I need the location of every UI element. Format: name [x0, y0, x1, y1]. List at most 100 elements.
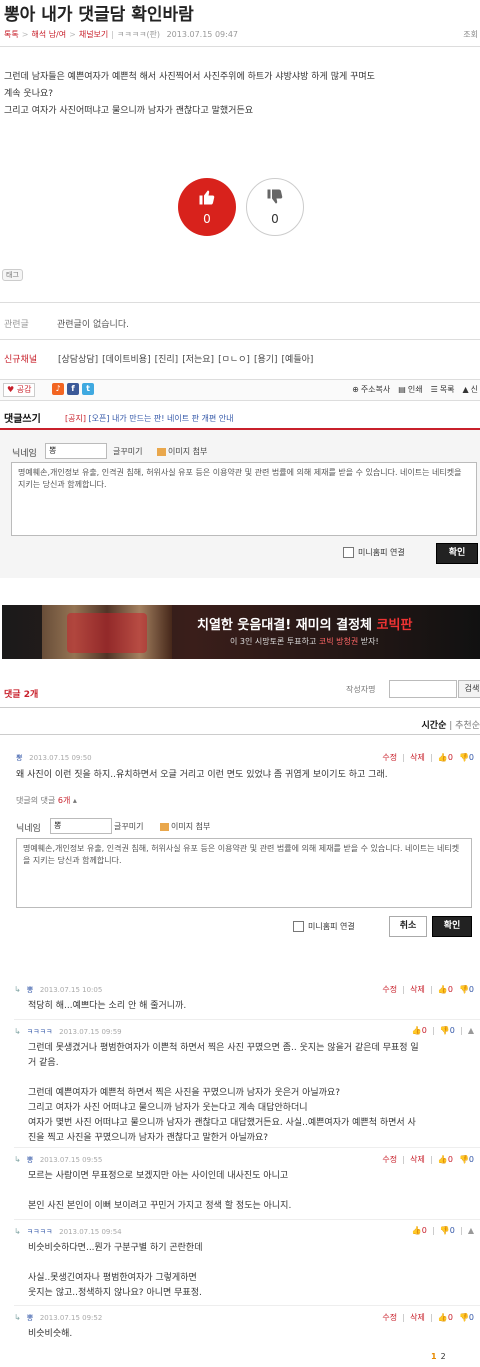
checkbox-box[interactable] — [343, 547, 354, 558]
reply-up-button[interactable]: 👍0 — [438, 985, 453, 994]
reply-actions: 수정 삭제 👍0 👎0 — [382, 984, 474, 995]
edit-button[interactable]: 수정 — [382, 984, 397, 995]
channel-link[interactable]: [상담상담] — [58, 355, 98, 365]
vote-up-button[interactable]: 0 — [178, 178, 236, 236]
report-icon[interactable]: ▲ — [468, 1226, 474, 1235]
edit-button[interactable]: 수정 — [382, 1154, 397, 1165]
text-decoration-button[interactable]: 글꾸미기 — [113, 446, 142, 457]
reply-nickname-label: 닉네임 — [16, 824, 41, 834]
reply-down-button[interactable]: 👎0 — [459, 1313, 474, 1322]
sort-recommend[interactable]: 추천순 — [455, 721, 480, 731]
reply-minihompy-checkbox[interactable]: 미니홈피 연결 — [293, 921, 355, 932]
separator — [403, 985, 405, 994]
comment-textarea[interactable]: 명예훼손,개인정보 유출, 인격권 침해, 허위사실 유포 등은 이용약관 및 … — [11, 462, 477, 536]
breadcrumb-channel-view[interactable]: 채널보기 — [79, 30, 108, 39]
reply-up-count: 0 — [447, 1155, 453, 1164]
reply-user[interactable]: 뽕 — [27, 1314, 33, 1322]
list-button[interactable]: ☰ 목록 — [431, 384, 455, 395]
edit-button[interactable]: 수정 — [382, 752, 397, 763]
thumbs-down-icon: 👎 — [458, 753, 469, 762]
reply-text: 비슷비슷하다면...뭔가 구분구별 하기 곤란한데 사실..못생긴여자나 평범한… — [28, 1241, 476, 1301]
search-button[interactable]: 검색 — [458, 680, 480, 698]
print-button[interactable]: ▤ 인쇄 — [398, 384, 422, 395]
reply-down-count: 0 — [449, 1026, 455, 1035]
reply-date: 2013.07.15 09:55 — [39, 1156, 103, 1164]
divider — [0, 734, 480, 735]
like-button[interactable]: ♥ 공감 — [3, 383, 36, 397]
channel-link[interactable]: [저는요] — [182, 355, 214, 365]
twitter-icon[interactable]: t — [82, 383, 94, 395]
image-attach-button[interactable]: 이미지 첨부 — [157, 446, 207, 457]
reply-down-button[interactable]: 👎0 — [459, 985, 474, 994]
vote-down-button[interactable]: 0 — [246, 178, 304, 236]
comment-up-button[interactable]: 👍0 — [438, 753, 453, 762]
reply-down-button[interactable]: 👎0 — [440, 1026, 455, 1035]
checkbox-box[interactable] — [293, 921, 304, 932]
report-icon[interactable]: ▲ — [468, 1026, 474, 1035]
delete-button[interactable]: 삭제 — [410, 984, 425, 995]
edit-button[interactable]: 수정 — [382, 1312, 397, 1323]
reply-down-button[interactable]: 👎0 — [440, 1226, 455, 1235]
print-icon: ▤ — [398, 385, 406, 394]
comment-down-count: 0 — [468, 753, 474, 762]
delete-button[interactable]: 삭제 — [410, 752, 425, 763]
reply-actions: 수정 삭제 👍0 👎0 — [382, 1312, 474, 1323]
channel-link[interactable]: [예들아] — [282, 355, 314, 365]
reply-text-line — [28, 1184, 476, 1199]
notice-link[interactable]: [공지] [오픈] 내가 만드는 판! 네이트 판 개편 안내 — [65, 413, 234, 424]
channel-link[interactable]: [데이트비용] — [102, 355, 150, 365]
print-label: 인쇄 — [407, 385, 423, 394]
reply-textarea[interactable]: 명예훼손,개인정보 유출, 인격권 침해, 허위사실 유포 등은 이용약관 및 … — [16, 838, 472, 908]
page-current[interactable]: 1 — [431, 1352, 437, 1361]
banner-subline: 이 3인 시망토론 투표하고 코빅 방청권 받자! — [230, 636, 379, 647]
page-next[interactable]: 2 — [441, 1352, 446, 1361]
delete-button[interactable]: 삭제 — [410, 1154, 425, 1165]
reply-image-attach-button[interactable]: 이미지 첨부 — [160, 821, 210, 832]
comment-down-button[interactable]: 👎0 — [459, 753, 474, 762]
confirm-button[interactable]: 확인 — [436, 543, 478, 564]
minihompy-checkbox[interactable]: 미니홈피 연결 — [343, 547, 405, 558]
tag-label: 태그 — [2, 269, 23, 281]
post-author[interactable]: ㅋㅋㅋㅋ — [117, 30, 146, 39]
cyworld-icon[interactable]: ♪ — [52, 383, 64, 395]
reply-user[interactable]: ㅋㅋㅋㅋ — [27, 1228, 53, 1236]
reply-cancel-button[interactable]: 취소 — [389, 916, 427, 937]
nickname-label: 닉네임 — [12, 449, 37, 459]
report-button[interactable]: ▲ 신 — [462, 384, 478, 395]
thumbs-up-icon: 👍 — [437, 985, 448, 994]
thumbs-up-icon: 👍 — [437, 1155, 448, 1164]
delete-button[interactable]: 삭제 — [410, 1312, 425, 1323]
reply-confirm-button[interactable]: 확인 — [432, 916, 472, 937]
reply-up-button[interactable]: 👍0 — [412, 1226, 427, 1235]
copy-url-button[interactable]: ⊕ 주소복사 — [352, 384, 390, 395]
reply-down-button[interactable]: 👎0 — [459, 1155, 474, 1164]
kobig-banner[interactable]: 치열한 웃음대결! 재미의 결정체 코빅판 이 3인 시망토론 투표하고 코빅 … — [2, 605, 480, 659]
comment-user[interactable]: 뽕 — [16, 754, 22, 762]
thumbs-down-icon — [267, 189, 283, 204]
channel-link[interactable]: [진리] — [155, 355, 179, 365]
reply-up-button[interactable]: 👍0 — [412, 1026, 427, 1035]
breadcrumb-category[interactable]: 해석 남/여 — [31, 30, 66, 39]
banner-headline-a: 치열한 웃음대결! — [197, 618, 292, 633]
author-search-input[interactable] — [389, 680, 457, 698]
image-icon — [160, 822, 169, 831]
reply-user[interactable]: ㅋㅋㅋㅋ — [27, 1028, 53, 1036]
breadcrumb-talk[interactable]: 톡톡 — [4, 30, 19, 39]
reply-date: 2013.07.15 09:59 — [59, 1028, 122, 1036]
post-body: 그런데 남자들은 예쁜여자가 예쁜척 해서 사진찍어서 사진주위에 하트가 샤방… — [4, 69, 474, 120]
channel-link[interactable]: [용기] — [254, 355, 278, 365]
sub-comment-toggle[interactable]: 댓글의 댓글 6개 ▴ — [16, 795, 77, 806]
facebook-icon[interactable]: f — [67, 383, 79, 395]
divider — [0, 707, 480, 708]
reply-user[interactable]: 뽕 — [27, 1156, 33, 1164]
sort-time[interactable]: 시간순 — [422, 721, 447, 731]
channel-link[interactable]: [ㅁㄴㅇ] — [218, 355, 250, 365]
nickname-input[interactable]: 뽕 — [45, 443, 107, 459]
reply-up-button[interactable]: 👍0 — [438, 1155, 453, 1164]
reply-user[interactable]: 뽕 — [27, 986, 33, 994]
reply-up-button[interactable]: 👍0 — [438, 1313, 453, 1322]
reply-nickname-input[interactable]: 뽕 — [50, 818, 112, 834]
reply-minihompy-label: 미니홈피 연결 — [308, 922, 355, 931]
reply-meta: ↳ ㅋㅋㅋㅋ 2013.07.15 09:59 — [14, 1027, 122, 1037]
reply-text-decoration-button[interactable]: 글꾸미기 — [114, 821, 143, 832]
